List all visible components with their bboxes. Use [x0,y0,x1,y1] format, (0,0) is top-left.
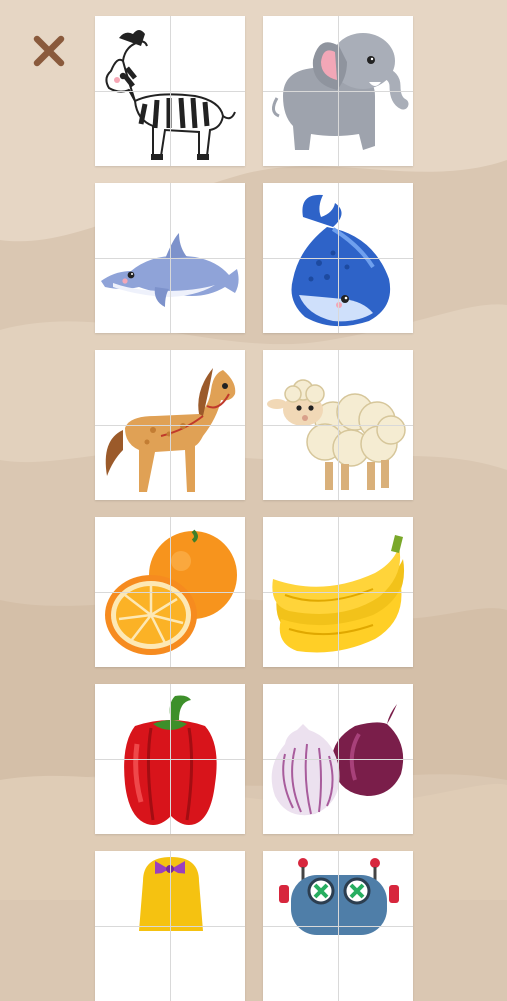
dolphin-icon [101,233,239,307]
girl-icon [139,857,203,931]
puzzle-tile-sheep[interactable] [263,350,413,500]
puzzle-tile-dolphin[interactable] [95,183,245,333]
close-icon [33,35,65,67]
puzzle-tile-elephant[interactable] [263,16,413,166]
robot-icon [279,858,399,935]
whale-icon [291,194,391,327]
horse-icon [105,368,236,492]
onion-icon [271,704,404,816]
elephant-icon [272,33,409,150]
puzzle-tile-orange[interactable] [95,517,245,667]
bell-pepper-icon [124,695,217,825]
puzzle-tile-robot[interactable] [263,851,413,1001]
puzzle-tile-girl[interactable] [95,851,245,1001]
puzzle-tile-horse[interactable] [95,350,245,500]
background [0,0,507,900]
puzzle-tile-onion[interactable] [263,684,413,834]
puzzle-tile-pepper[interactable] [95,684,245,834]
zebra-icon [105,30,236,160]
banana-icon [272,535,405,653]
puzzle-tile-banana[interactable] [263,517,413,667]
puzzle-tile-whale[interactable] [263,183,413,333]
close-button[interactable] [28,30,70,72]
puzzle-tile-zebra[interactable] [95,16,245,166]
sheep-icon [267,379,406,490]
orange-icon [105,529,237,655]
